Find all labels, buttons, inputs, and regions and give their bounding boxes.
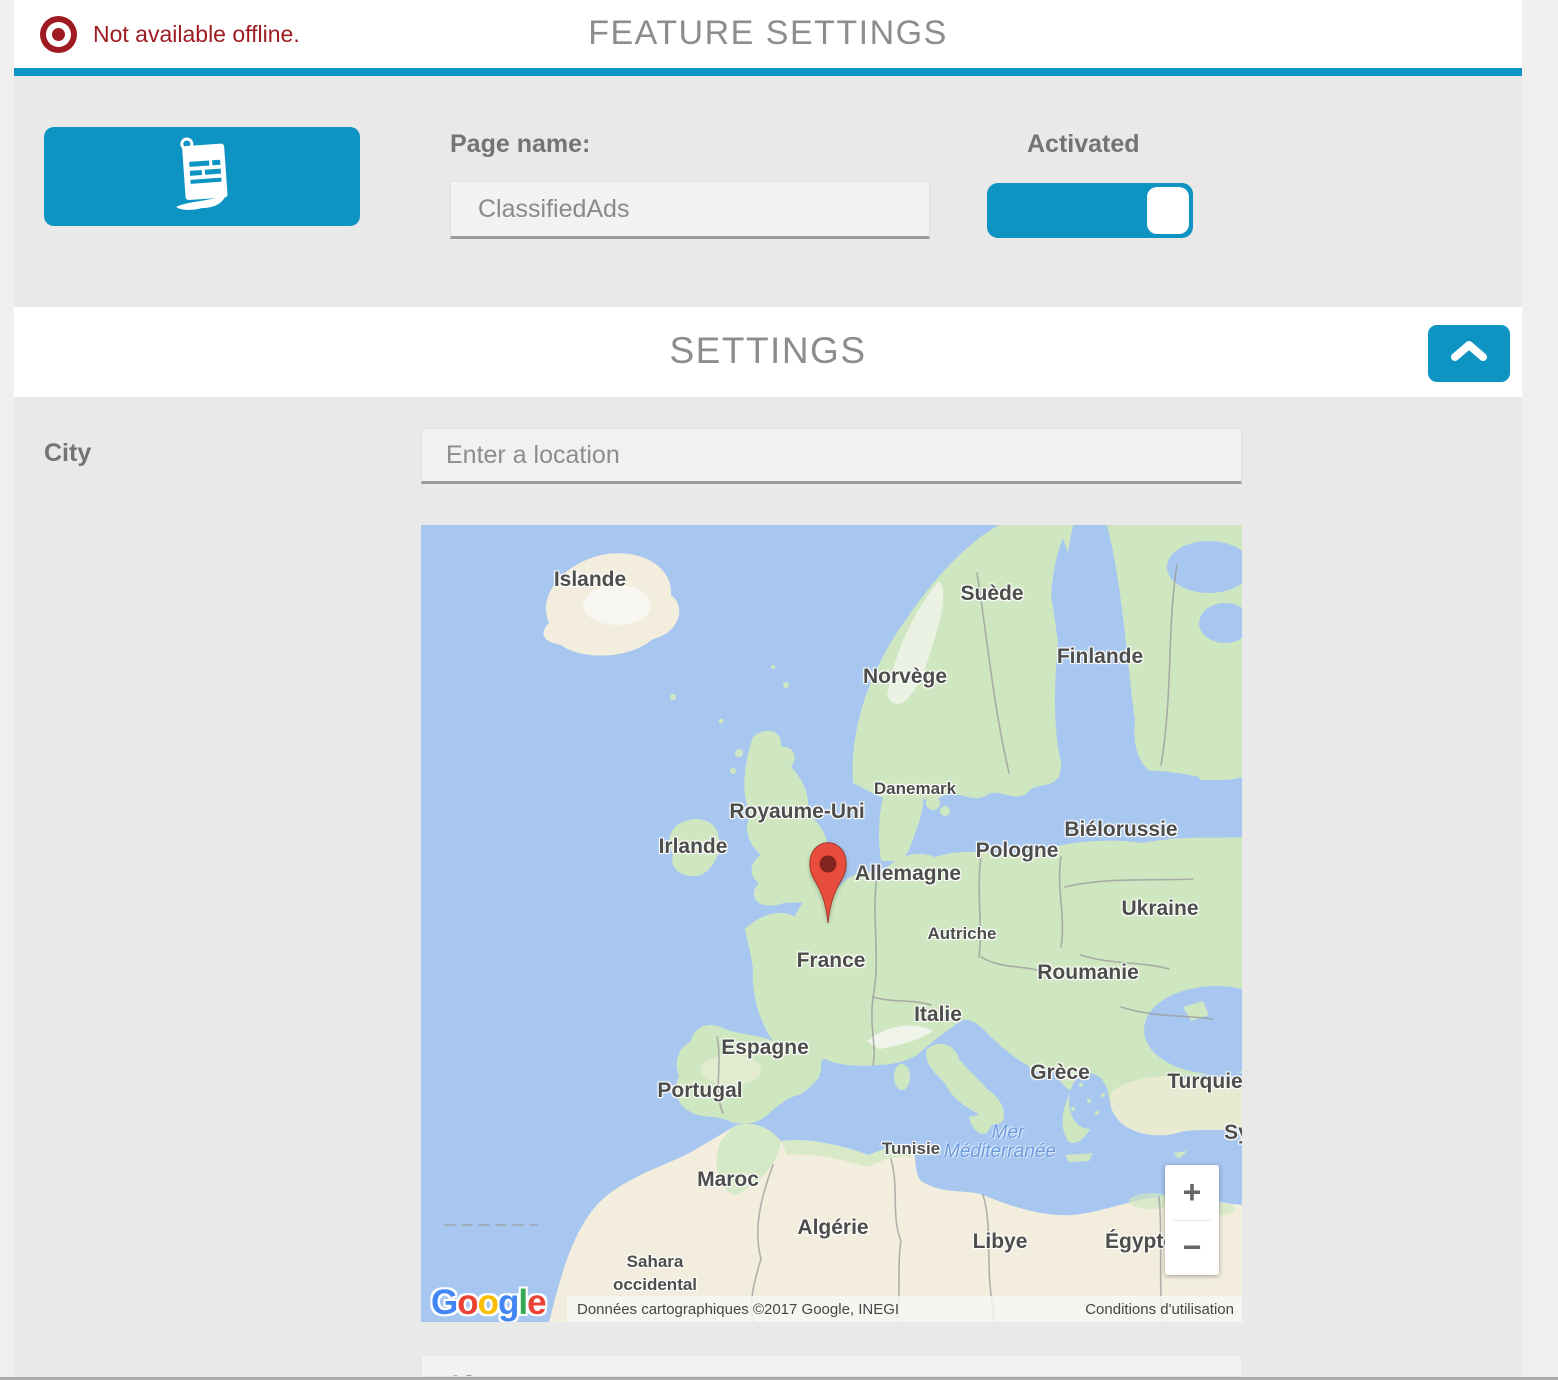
zoom-out-button[interactable]: − — [1165, 1221, 1219, 1276]
map-label: Maroc — [697, 1168, 759, 1192]
location-input[interactable] — [421, 428, 1242, 484]
map-label: occidental — [613, 1275, 697, 1295]
map-label: Algérie — [797, 1216, 868, 1240]
city-label: City — [44, 439, 91, 468]
map-label: Méditerranée — [944, 1141, 1056, 1163]
page-name-input[interactable] — [450, 181, 930, 239]
map-marker-pin[interactable] — [806, 841, 850, 925]
map-label: Pologne — [976, 839, 1059, 863]
map-label: Sahara — [627, 1252, 684, 1272]
map-label: France — [797, 949, 866, 973]
google-logo-letter: g — [498, 1283, 518, 1322]
map-label: Tunisie — [882, 1139, 940, 1159]
map-label: Sy — [1224, 1121, 1242, 1145]
map-label: Islande — [554, 568, 626, 592]
feature-settings-section: Page name: Activated — [14, 76, 1522, 307]
accent-divider — [14, 68, 1522, 76]
classified-ads-icon — [160, 131, 244, 222]
map-label: Espagne — [721, 1036, 809, 1060]
collapse-section-button[interactable] — [1428, 325, 1510, 382]
feature-header: Not available offline. FEATURE SETTINGS — [14, 0, 1522, 68]
page: Not available offline. FEATURE SETTINGS — [0, 0, 1558, 1380]
next-field-partial[interactable]: 10 — [421, 1355, 1242, 1377]
map-label: Biélorussie — [1064, 818, 1177, 842]
toggle-knob — [1147, 187, 1189, 234]
map-label: Suède — [960, 582, 1023, 606]
terms-of-use-link[interactable]: Conditions d'utilisation — [1085, 1301, 1234, 1318]
map-label: Norvège — [863, 665, 947, 689]
activated-label: Activated — [1027, 130, 1140, 159]
content-panel: Not available offline. FEATURE SETTINGS — [14, 0, 1522, 1380]
map-label: Autriche — [928, 924, 997, 944]
map-label: Finlande — [1057, 645, 1143, 669]
map-attribution-bar: Données cartographiques ©2017 Google, IN… — [567, 1296, 1242, 1322]
map-zoom-control: + − — [1165, 1165, 1219, 1275]
map-label: Grèce — [1030, 1061, 1090, 1085]
chevron-up-icon — [1451, 340, 1487, 367]
google-logo-letter: e — [527, 1283, 545, 1322]
map-label: Turquie — [1167, 1070, 1242, 1094]
map-label: Italie — [914, 1003, 962, 1027]
map-label: Danemark — [874, 779, 956, 799]
settings-title: SETTINGS — [14, 307, 1522, 397]
map-label: Allemagne — [855, 862, 961, 886]
city-settings-section: City — [14, 397, 1522, 1377]
map-label: Libye — [973, 1230, 1028, 1254]
google-logo-letter: l — [518, 1283, 527, 1322]
map-label: Portugal — [657, 1079, 742, 1103]
google-logo-letter: o — [457, 1283, 477, 1322]
zoom-in-button[interactable]: + — [1165, 1165, 1219, 1220]
map-label: Irlande — [659, 835, 728, 859]
google-map[interactable]: Islande Suède Norvège Finlande Danemark Royau… — [421, 525, 1242, 1322]
classified-ads-feature-button[interactable] — [44, 127, 360, 226]
settings-band: SETTINGS — [14, 307, 1522, 397]
google-logo-letter: o — [478, 1283, 498, 1322]
page-title: FEATURE SETTINGS — [14, 0, 1522, 68]
activated-toggle[interactable] — [987, 183, 1193, 238]
page-name-label: Page name: — [450, 130, 590, 159]
map-label: Roumanie — [1037, 961, 1139, 985]
map-attribution-text: Données cartographiques ©2017 Google, IN… — [577, 1301, 899, 1318]
google-logo[interactable]: Google — [431, 1283, 546, 1322]
google-logo-letter: G — [431, 1283, 457, 1322]
map-label: Royaume-Uni — [729, 800, 864, 824]
map-label: Ukraine — [1121, 897, 1198, 921]
